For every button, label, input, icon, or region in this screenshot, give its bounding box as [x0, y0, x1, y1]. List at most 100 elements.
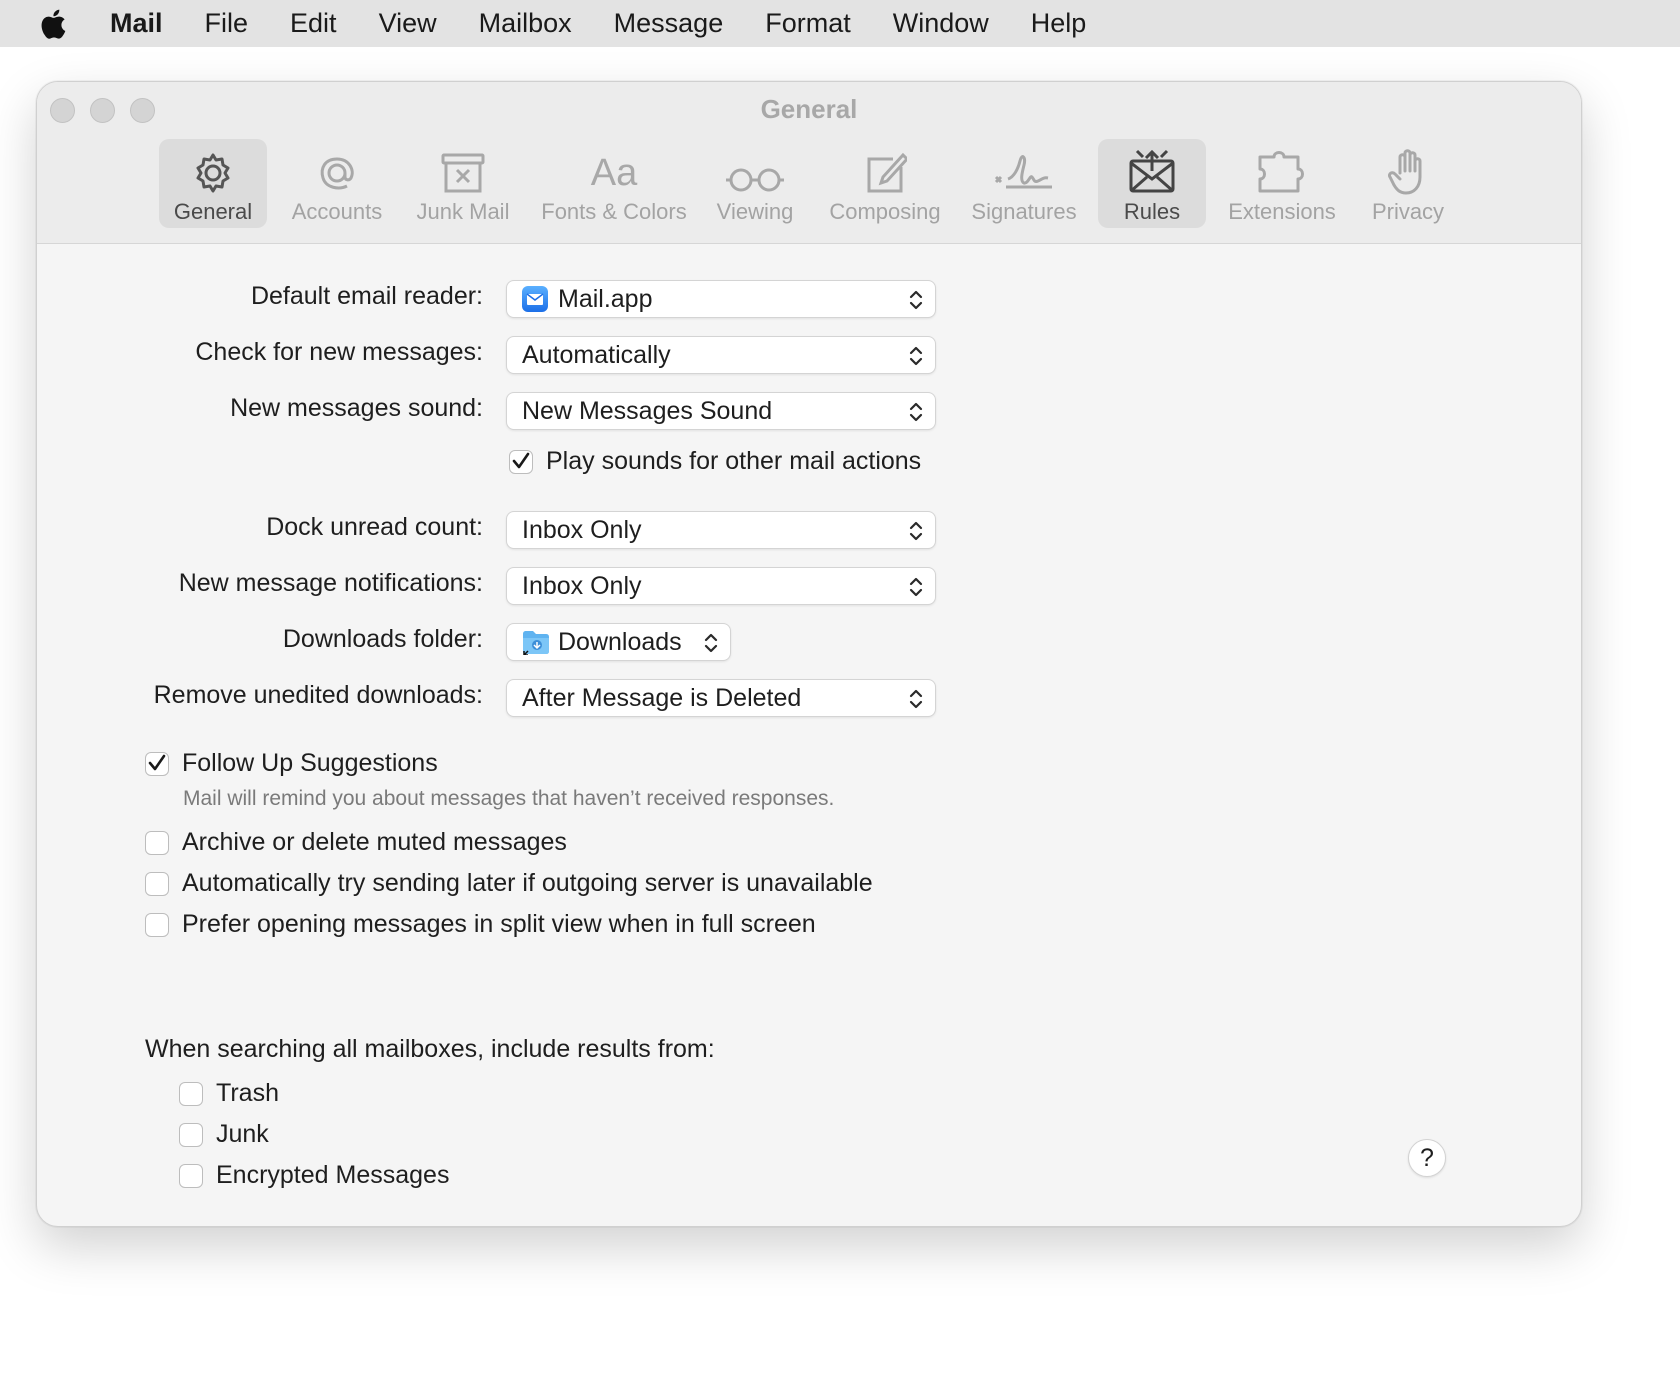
chevron-updown-icon [907, 574, 925, 607]
downloads-folder-label: Downloads folder: [282, 625, 483, 653]
new-sound-label: New messages sound: [230, 394, 483, 422]
window-title: General [760, 94, 858, 124]
general-settings-panel: Default email reader: Mail.app Check for… [37, 244, 1581, 1226]
send-later-label: Automatically try sending later if outgo… [182, 869, 873, 897]
tab-junk-mail-label: Junk Mail [416, 199, 510, 224]
menu-bar: Mail File Edit View Mailbox Message Form… [0, 0, 1680, 47]
tab-signatures-label: Signatures [971, 199, 1077, 224]
puzzle-piece-icon [1256, 143, 1308, 195]
chevron-updown-icon [907, 399, 925, 432]
downloads-folder-value: Downloads [558, 627, 682, 656]
font-aa-icon: Aa [590, 152, 638, 194]
search-trash-checkbox[interactable] [179, 1081, 203, 1106]
help-button[interactable]: ? [1408, 1139, 1446, 1177]
check-messages-popup[interactable]: Automatically [506, 336, 936, 374]
junk-bin-icon [439, 143, 487, 195]
tab-extensions-label: Extensions [1228, 199, 1336, 224]
signature-icon [994, 143, 1054, 195]
tab-privacy-label: Privacy [1371, 199, 1445, 224]
chevron-updown-icon [907, 518, 925, 551]
archive-muted-label: Archive or delete muted messages [182, 828, 567, 856]
tab-signatures[interactable]: Signatures [959, 139, 1089, 228]
dock-count-popup[interactable]: Inbox Only [506, 511, 936, 549]
tab-viewing-label: Viewing [716, 199, 794, 224]
default-reader-popup[interactable]: Mail.app [506, 280, 936, 318]
tab-general-label: General [173, 199, 253, 224]
default-reader-label: Default email reader: [250, 282, 483, 310]
notifications-popup[interactable]: Inbox Only [506, 567, 936, 605]
tab-fonts-colors-label: Fonts & Colors [541, 199, 687, 224]
tab-general[interactable]: General [159, 139, 267, 228]
search-encrypted-row[interactable]: Encrypted Messages [179, 1161, 449, 1190]
menu-window[interactable]: Window [872, 0, 1010, 47]
window-titlebar: General General Accounts Junk Mail Aa Fo… [37, 82, 1581, 244]
tab-junk-mail[interactable]: Junk Mail [403, 139, 523, 228]
default-reader-value: Mail.app [558, 284, 653, 313]
remove-downloads-popup[interactable]: After Message is Deleted [506, 679, 936, 717]
menu-mail[interactable]: Mail [94, 0, 184, 47]
split-view-checkbox[interactable] [145, 912, 169, 937]
preferences-window: General General Accounts Junk Mail Aa Fo… [36, 81, 1582, 1227]
tab-fonts-colors[interactable]: Aa Fonts & Colors [529, 139, 699, 228]
tab-composing-label: Composing [829, 199, 941, 224]
menu-mailbox[interactable]: Mailbox [458, 0, 593, 47]
menu-file[interactable]: File [184, 0, 270, 47]
tab-extensions[interactable]: Extensions [1215, 139, 1349, 228]
envelope-rules-icon [1127, 143, 1177, 195]
search-junk-checkbox[interactable] [179, 1122, 203, 1147]
apple-logo-icon[interactable] [40, 0, 94, 47]
search-encrypted-label: Encrypted Messages [216, 1161, 450, 1189]
search-encrypted-checkbox[interactable] [179, 1163, 203, 1188]
menu-format[interactable]: Format [744, 0, 872, 47]
downloads-folder-icon [522, 629, 549, 656]
tab-viewing[interactable]: Viewing [705, 139, 805, 228]
follow-up-label: Follow Up Suggestions [182, 749, 438, 777]
glasses-icon [724, 143, 786, 195]
tab-accounts-label: Accounts [291, 199, 383, 224]
search-junk-label: Junk [216, 1120, 269, 1148]
mail-app-icon [522, 286, 548, 312]
at-sign-icon [315, 143, 359, 195]
search-trash-label: Trash [216, 1079, 279, 1107]
follow-up-checkbox[interactable] [145, 751, 169, 776]
split-view-label: Prefer opening messages in split view wh… [182, 910, 816, 938]
chevron-updown-icon [907, 287, 925, 320]
tab-accounts[interactable]: Accounts [277, 139, 397, 228]
menu-message[interactable]: Message [593, 0, 745, 47]
compose-pencil-icon [863, 143, 907, 195]
menu-view[interactable]: View [358, 0, 458, 47]
preferences-toolbar: General Accounts Junk Mail Aa Fonts & Co… [37, 139, 1581, 229]
notifications-label: New message notifications: [178, 569, 483, 597]
chevron-updown-icon [907, 686, 925, 719]
archive-muted-row[interactable]: Archive or delete muted messages [145, 828, 567, 857]
check-messages-label: Check for new messages: [195, 338, 483, 366]
archive-muted-checkbox[interactable] [145, 830, 169, 855]
menu-help[interactable]: Help [1010, 0, 1108, 47]
split-view-row[interactable]: Prefer opening messages in split view wh… [145, 910, 816, 939]
notifications-value: Inbox Only [522, 571, 642, 600]
new-sound-popup[interactable]: New Messages Sound [506, 392, 936, 430]
new-sound-value: New Messages Sound [522, 396, 773, 425]
remove-downloads-label: Remove unedited downloads: [153, 681, 483, 709]
play-sounds-label: Play sounds for other mail actions [546, 447, 922, 475]
dock-count-value: Inbox Only [522, 515, 642, 544]
play-sounds-row[interactable]: Play sounds for other mail actions [509, 447, 921, 476]
send-later-row[interactable]: Automatically try sending later if outgo… [145, 869, 873, 898]
search-junk-row[interactable]: Junk [179, 1120, 269, 1149]
tab-composing[interactable]: Composing [819, 139, 951, 228]
chevron-updown-icon [907, 343, 925, 376]
tab-rules[interactable]: Rules [1098, 139, 1206, 228]
tab-privacy[interactable]: Privacy [1353, 139, 1463, 228]
downloads-folder-popup[interactable]: Downloads [506, 623, 731, 661]
gear-icon [191, 143, 235, 195]
send-later-checkbox[interactable] [145, 871, 169, 896]
play-sounds-checkbox[interactable] [509, 449, 533, 474]
menu-edit[interactable]: Edit [269, 0, 358, 47]
follow-up-hint: Mail will remind you about messages that… [183, 787, 835, 810]
dock-count-label: Dock unread count: [266, 513, 483, 541]
search-trash-row[interactable]: Trash [179, 1079, 279, 1108]
search-section-title: When searching all mailboxes, include re… [145, 1035, 715, 1063]
follow-up-row[interactable]: Follow Up Suggestions [145, 749, 438, 778]
chevron-updown-icon [702, 630, 720, 663]
remove-downloads-value: After Message is Deleted [522, 683, 802, 712]
